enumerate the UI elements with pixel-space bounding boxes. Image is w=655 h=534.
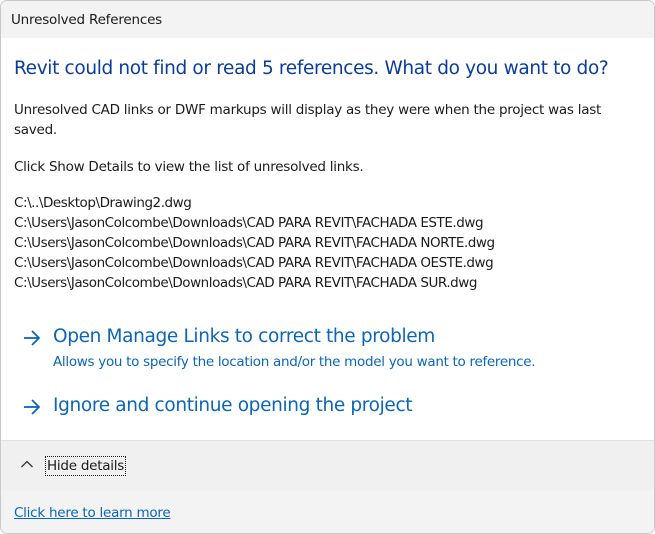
window-title: Unresolved References — [11, 12, 163, 28]
chevron-up-icon[interactable] — [20, 459, 34, 469]
command-label: Open Manage Links to correct the problem — [53, 326, 435, 347]
main-instruction: Revit could not find or read 5 reference… — [14, 58, 609, 79]
task-dialog: Unresolved References Revit could not fi… — [0, 0, 655, 534]
command-description: Allows you to specify the location and/o… — [53, 354, 536, 370]
details-expander-bar: Hide details — [1, 440, 654, 491]
reference-item: C:\Users\JasonColcombe\Downloads\CAD PAR… — [14, 215, 484, 231]
dialog-content: Revit could not find or read 5 reference… — [1, 38, 654, 440]
details-prompt: Click Show Details to view the list of u… — [14, 159, 364, 175]
open-manage-links-command[interactable]: Open Manage Links to correct the problem… — [21, 326, 621, 375]
arrow-right-icon — [24, 399, 41, 415]
dialog-footer: Click here to learn more — [1, 490, 654, 533]
hide-details-button[interactable]: Hide details — [44, 456, 127, 476]
unresolved-references-list: C:\..\Desktop\Drawing2.dwg C:\Users\Jaso… — [14, 193, 495, 293]
reference-item: C:\..\Desktop\Drawing2.dwg — [14, 195, 192, 211]
reference-item: C:\Users\JasonColcombe\Downloads\CAD PAR… — [14, 275, 477, 291]
title-bar[interactable]: Unresolved References — [1, 1, 654, 38]
arrow-right-icon — [24, 330, 41, 346]
reference-item: C:\Users\JasonColcombe\Downloads\CAD PAR… — [14, 235, 495, 251]
command-label: Ignore and continue opening the project — [53, 395, 413, 416]
ignore-and-continue-command[interactable]: Ignore and continue opening the project — [21, 395, 621, 420]
learn-more-link[interactable]: Click here to learn more — [14, 505, 171, 521]
content-text: Unresolved CAD links or DWF markups will… — [14, 102, 602, 138]
reference-item: C:\Users\JasonColcombe\Downloads\CAD PAR… — [14, 255, 494, 271]
